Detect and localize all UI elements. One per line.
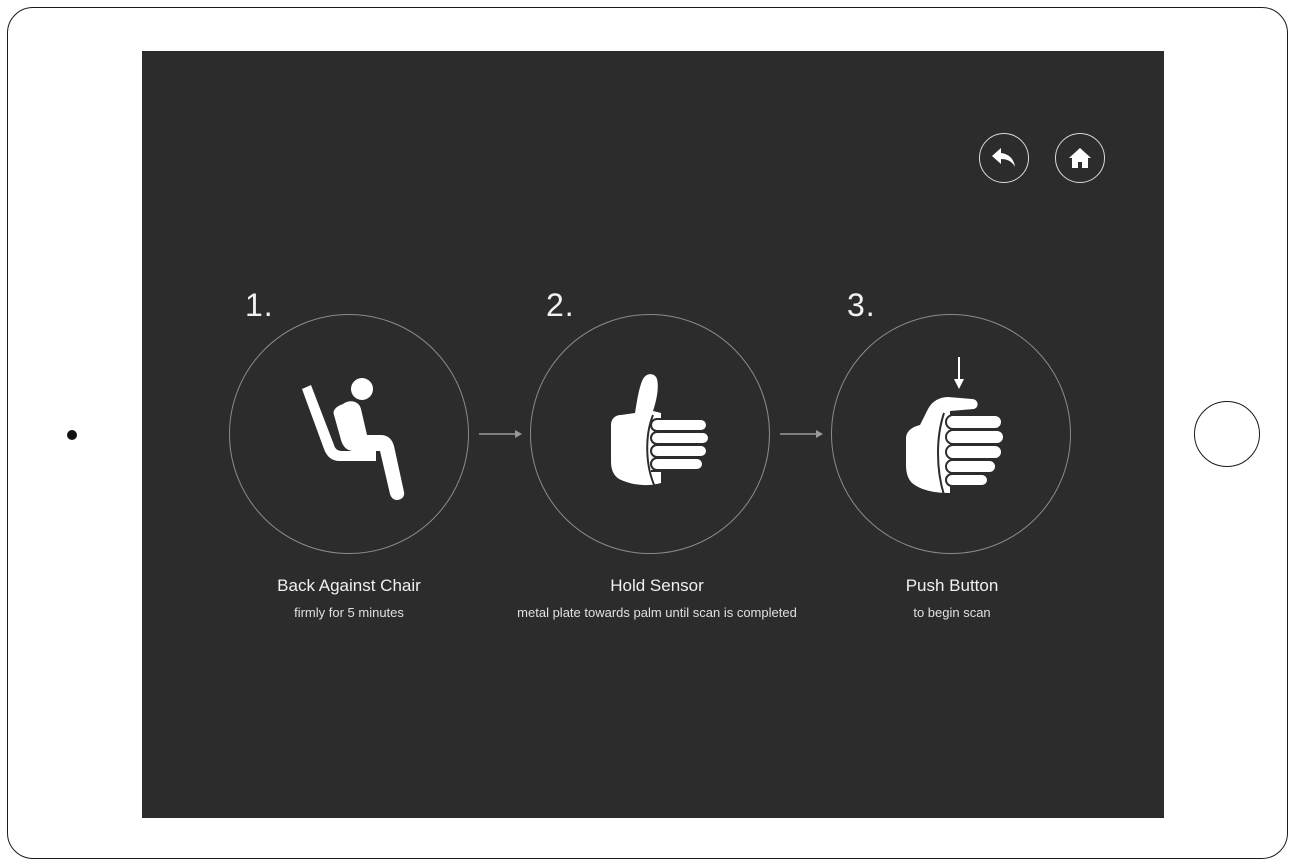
step-1-circle [229, 314, 469, 554]
back-arrow-icon [992, 148, 1015, 167]
right-arrow-icon [780, 430, 823, 438]
step-3-subtitle: to begin scan [913, 605, 991, 620]
thumbs-up-grip-icon [611, 374, 710, 488]
step-3-title: Push Button [905, 576, 999, 595]
hardware-home-button[interactable] [1194, 401, 1260, 467]
step-1-subtitle: firmly for 5 minutes [294, 605, 404, 620]
home-button[interactable] [1055, 133, 1105, 183]
home-icon [1069, 148, 1091, 168]
app-screen: 1. 2. 3. Back Against Chair firmly for 5… [142, 51, 1164, 818]
right-arrow-icon [479, 430, 522, 438]
seated-person-icon [302, 378, 405, 500]
press-button-icon [906, 357, 1005, 496]
camera-dot [67, 430, 77, 440]
step-3-circle [831, 314, 1071, 554]
step-2-circle [530, 314, 770, 554]
step-1-title: Back Against Chair [277, 576, 421, 595]
back-button[interactable] [979, 133, 1029, 183]
